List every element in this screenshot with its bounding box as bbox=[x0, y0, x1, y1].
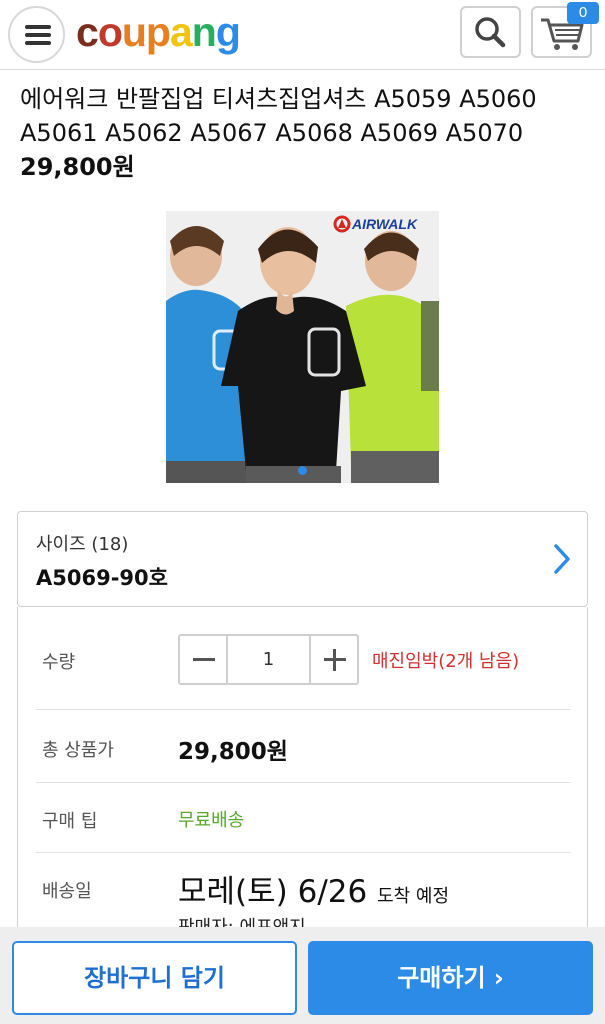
purchase-tip-label: 구매 팁 bbox=[42, 811, 98, 832]
delivery-date-suffix: 도착 예정 bbox=[377, 886, 450, 907]
add-to-cart-button[interactable]: 장바구니 담기 bbox=[12, 941, 297, 1015]
delivery-date: 모레(토) 6/26 도착 예정 bbox=[178, 866, 449, 911]
menu-button[interactable] bbox=[8, 6, 65, 63]
app-header: coupang 0 bbox=[0, 0, 605, 70]
size-selected-value: A5069-90호 bbox=[36, 566, 168, 590]
logo-letter: c bbox=[76, 9, 99, 55]
carousel-indicator-dot[interactable] bbox=[298, 466, 307, 475]
menu-icon bbox=[25, 33, 51, 37]
logo-letter: g bbox=[215, 9, 241, 55]
logo-letter: o bbox=[97, 9, 123, 55]
size-label: 사이즈 (18) bbox=[36, 534, 129, 555]
plus-icon-vertical bbox=[333, 649, 336, 671]
logo-letter: n bbox=[191, 9, 217, 55]
total-price-value: 29,800원 bbox=[178, 739, 288, 765]
quantity-input[interactable]: 1 bbox=[228, 636, 309, 683]
quantity-label: 수량 bbox=[42, 652, 76, 673]
menu-icon bbox=[25, 25, 51, 29]
quantity-row: 수량 1 매진임박(2개 남음) bbox=[36, 607, 571, 710]
delivery-row: 배송일 모레(토) 6/26 도착 예정 판매자: 에프앤지 bbox=[36, 853, 571, 938]
chevron-right-icon bbox=[554, 544, 570, 574]
search-button[interactable] bbox=[460, 6, 521, 58]
purchase-tip-row: 구매 팁 무료배송 bbox=[36, 783, 571, 853]
total-price-label: 총 상품가 bbox=[42, 740, 114, 761]
product-title: 에어워크 반팔집업 티셔츠집업셔츠 A5059 A5060 A5061 A506… bbox=[20, 85, 537, 147]
cart-count-badge: 0 bbox=[567, 2, 599, 24]
search-icon bbox=[475, 17, 506, 48]
buy-now-button[interactable]: 구매하기 › bbox=[308, 941, 593, 1015]
product-price: 29,800원 bbox=[20, 153, 135, 181]
quantity-stepper[interactable]: 1 bbox=[178, 634, 359, 685]
bottom-action-bar: 장바구니 담기 구매하기 › bbox=[0, 927, 605, 1024]
quantity-increase-button[interactable] bbox=[309, 636, 357, 683]
stock-warning: 매진임박(2개 남음) bbox=[372, 651, 520, 672]
logo-letter: a bbox=[169, 9, 193, 55]
product-image[interactable]: AIRWALK bbox=[166, 211, 439, 483]
quantity-decrease-button[interactable] bbox=[180, 636, 228, 683]
free-shipping-text: 무료배송 bbox=[178, 810, 245, 831]
minus-icon bbox=[193, 658, 215, 661]
delivery-label: 배송일 bbox=[42, 881, 92, 902]
menu-icon bbox=[25, 41, 51, 45]
brand-logo-text: AIRWALK bbox=[351, 216, 418, 232]
logo-letter: u bbox=[121, 9, 147, 55]
logo-letter: p bbox=[145, 9, 171, 55]
purchase-details-panel: 수량 1 매진임박(2개 남음) 총 상품가 29,800원 구매 팁 무료배송… bbox=[17, 607, 588, 938]
delivery-date-value: 모레(토) 6/26 bbox=[178, 874, 368, 910]
size-selector[interactable]: 사이즈 (18) A5069-90호 bbox=[17, 511, 588, 607]
coupang-logo[interactable]: coupang bbox=[76, 6, 241, 58]
total-price-row: 총 상품가 29,800원 bbox=[36, 710, 571, 783]
product-photo-illustration: AIRWALK bbox=[166, 211, 439, 483]
